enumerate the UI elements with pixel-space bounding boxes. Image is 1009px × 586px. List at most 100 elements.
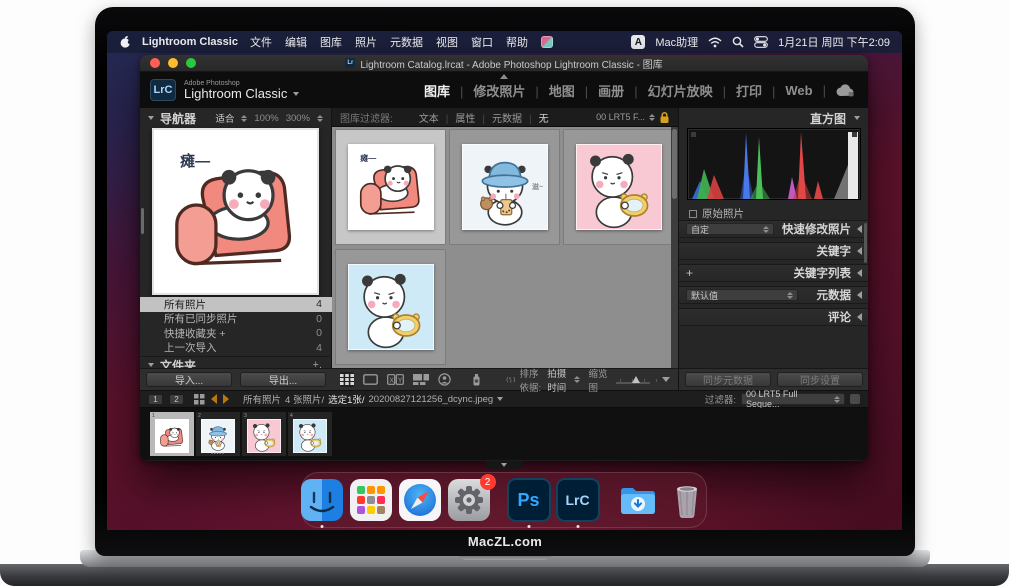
survey-view-icon[interactable] (413, 372, 429, 387)
left-panel-scrollbar[interactable] (141, 208, 144, 234)
catalog-row-quick-collection[interactable]: 快捷收藏夹 + 0 (140, 326, 332, 341)
menu-item-view[interactable]: 视图 (436, 34, 458, 50)
catalog-row-synced[interactable]: 所有已同步照片 0 (140, 312, 332, 327)
main-window-button[interactable]: 1 (148, 394, 163, 405)
filter-lock-icon[interactable] (659, 111, 670, 124)
compare-view-icon[interactable]: XY (387, 372, 404, 387)
sort-value[interactable]: 拍摄时间 (547, 366, 569, 394)
sort-stepper-icon[interactable] (574, 376, 580, 383)
minimize-button[interactable] (168, 58, 178, 68)
menu-app-name[interactable]: Lightroom Classic (142, 36, 238, 48)
dock-photoshop-icon[interactable]: Ps (507, 478, 551, 522)
folders-collapse-icon[interactable] (148, 363, 154, 367)
filmstrip-filter-switch-icon[interactable] (850, 394, 860, 404)
loupe-view-icon[interactable] (363, 372, 378, 387)
metadata-preset[interactable]: 默认值 (686, 289, 798, 301)
brand-dropdown-icon[interactable] (293, 92, 299, 96)
filmstrip-thumb-1[interactable]: 1 (150, 412, 194, 456)
close-button[interactable] (150, 58, 160, 68)
menu-extra-icon[interactable] (541, 36, 553, 48)
shadow-clipping-icon[interactable] (691, 132, 696, 137)
photo-thumbnail[interactable]: 瘫— (348, 144, 434, 230)
grid-cell-4[interactable] (335, 249, 446, 365)
toolbar-chevron-icon[interactable] (662, 377, 670, 382)
filter-text[interactable]: 文本 (419, 110, 456, 125)
sync-settings-button[interactable]: 同步设置 (777, 372, 863, 387)
histogram[interactable] (687, 128, 861, 200)
expand-left-icon[interactable] (857, 269, 862, 277)
second-window-button[interactable]: 2 (169, 394, 184, 405)
menu-clock[interactable]: 1月21日 周四 下午2:09 (778, 34, 890, 50)
zoom-100[interactable]: 100% (254, 113, 278, 124)
expand-left-icon[interactable] (857, 247, 862, 255)
people-view-icon[interactable] (438, 372, 451, 387)
navigator-header[interactable]: 导航器 适合 100% 300% (140, 108, 331, 128)
zoom-fit-stepper-icon[interactable] (241, 115, 247, 122)
filmstrip-filter-preset[interactable]: 00 LRT5 Full Seque... (741, 393, 845, 405)
expand-left-icon[interactable] (857, 291, 862, 299)
zoom-stepper-icon[interactable] (317, 115, 323, 122)
grid-cell-1[interactable]: 瘫— (335, 129, 446, 245)
module-print[interactable]: 打印 (736, 81, 785, 100)
zoom-fit[interactable]: 适合 (215, 111, 234, 125)
spotlight-search-icon[interactable] (732, 36, 744, 48)
sync-cloud-icon[interactable] (836, 84, 854, 97)
menu-item-file[interactable]: 文件 (250, 34, 272, 50)
original-photo-checkbox-icon[interactable] (689, 210, 697, 218)
menu-item-metadata[interactable]: 元数据 (390, 34, 423, 50)
comments-section[interactable]: 评论 (679, 308, 868, 326)
photo-thumbnail[interactable]: 滋~ (462, 144, 548, 230)
grid-cell-3[interactable] (563, 129, 674, 245)
dock-settings-icon[interactable]: 2 (447, 478, 491, 522)
filter-none[interactable]: 无 (539, 110, 549, 125)
slider-knob[interactable] (632, 376, 640, 383)
dock-safari-icon[interactable] (398, 478, 442, 522)
grid-cell-2[interactable]: 滋~ (449, 129, 560, 245)
expand-left-icon[interactable] (857, 313, 862, 321)
wifi-icon[interactable] (708, 37, 722, 48)
photo-thumbnail[interactable] (576, 144, 662, 230)
right-panel-scrollbar[interactable] (864, 223, 867, 263)
previous-photo-icon[interactable] (211, 394, 217, 404)
menu-item-help[interactable]: 帮助 (506, 34, 528, 50)
grid-view-icon[interactable] (340, 372, 354, 387)
filter-attribute[interactable]: 属性 (455, 110, 492, 125)
menu-assistant[interactable]: Mac助理 (655, 34, 698, 50)
zoom-300[interactable]: 300% (286, 113, 310, 124)
keywording-section[interactable]: 关键字 (679, 242, 868, 260)
import-button[interactable]: 导入... (146, 372, 232, 387)
quick-develop-preset[interactable]: 自定 (686, 223, 774, 235)
grid-shortcut-icon[interactable] (194, 394, 205, 405)
collapse-tab[interactable] (485, 461, 523, 469)
filmstrip-thumb-2[interactable]: 2 ••••• (196, 412, 240, 456)
histogram-collapse-icon[interactable] (854, 116, 860, 120)
control-center-icon[interactable] (754, 36, 768, 48)
filmstrip-info[interactable]: 所有照片 4 张照片/ 选定1张/ 20200827121256_dcync.j… (243, 392, 503, 406)
grid-scrollbar[interactable] (671, 127, 678, 368)
input-source-icon[interactable]: A (631, 35, 645, 49)
menu-item-library[interactable]: 图库 (320, 34, 342, 50)
export-button[interactable]: 导出... (240, 372, 326, 387)
keyword-list-section[interactable]: + 关键字列表 (679, 264, 868, 282)
menu-item-edit[interactable]: 编辑 (285, 34, 307, 50)
quick-develop-section[interactable]: 自定 快速修改照片 (679, 220, 868, 238)
module-library[interactable]: 图库 (424, 81, 473, 100)
filmstrip-thumb-4[interactable]: 4 (288, 412, 332, 456)
sort-direction-icon[interactable]: AZ (506, 374, 515, 385)
dock-finder-icon[interactable] (300, 478, 344, 522)
navigator-collapse-icon[interactable] (148, 116, 154, 120)
menu-item-photo[interactable]: 照片 (355, 34, 377, 50)
filmstrip-info-dropdown-icon[interactable] (497, 397, 503, 401)
zoom-button[interactable] (186, 58, 196, 68)
title-bar[interactable]: Lr Lightroom Catalog.lrcat - Adobe Photo… (140, 55, 868, 72)
painter-spray-icon[interactable] (470, 372, 483, 387)
next-photo-icon[interactable] (223, 394, 229, 404)
module-develop[interactable]: 修改照片 (473, 81, 548, 100)
catalog-row-all-photos[interactable]: 所有照片 4 (140, 297, 332, 312)
dock-launchpad-icon[interactable] (349, 478, 393, 522)
dock-trash-icon[interactable] (665, 478, 709, 522)
filter-preset-stepper-icon[interactable] (649, 114, 655, 121)
photo-thumbnail[interactable] (348, 264, 434, 350)
module-book[interactable]: 画册 (598, 81, 647, 100)
expand-left-icon[interactable] (857, 225, 862, 233)
